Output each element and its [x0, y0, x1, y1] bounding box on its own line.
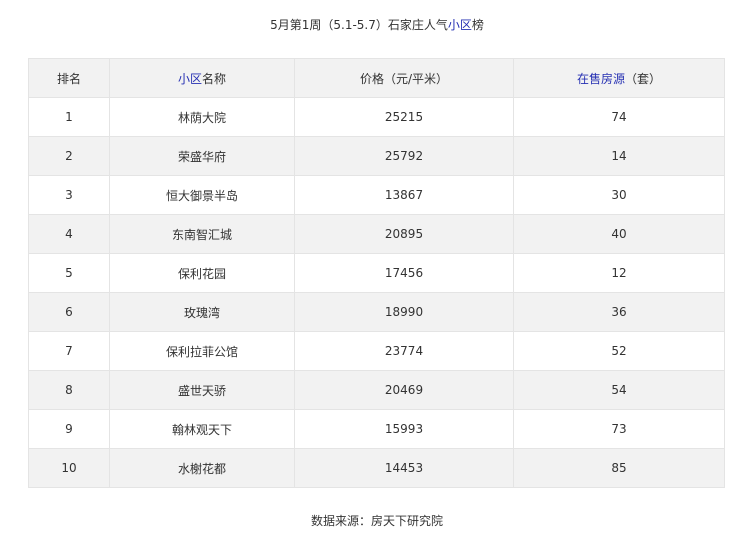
cell-rank: 3: [28, 175, 110, 215]
table-row: 10 水榭花都 14453 85: [28, 448, 725, 488]
cell-count: 85: [513, 448, 725, 488]
cell-count: 30: [513, 175, 725, 215]
cell-price: 23774: [294, 331, 514, 371]
table-row: 3 恒大御景半岛 13867 30: [28, 175, 725, 215]
cell-count: 74: [513, 97, 725, 137]
cell-name: 荣盛华府: [109, 136, 295, 176]
header-name: 小区名称: [109, 58, 295, 98]
cell-name: 保利拉菲公馆: [109, 331, 295, 371]
header-price: 价格（元/平米）: [294, 58, 514, 98]
cell-price: 13867: [294, 175, 514, 215]
cell-name: 恒大御景半岛: [109, 175, 295, 215]
table-header-row: 排名 小区名称 价格（元/平米） 在售房源（套）: [28, 58, 725, 98]
table-row: 2 荣盛华府 25792 14: [28, 136, 725, 176]
cell-count: 52: [513, 331, 725, 371]
cell-rank: 2: [28, 136, 110, 176]
cell-name: 盛世天骄: [109, 370, 295, 410]
header-name-link[interactable]: 小区: [178, 72, 202, 86]
header-name-suffix: 名称: [202, 71, 227, 86]
cell-name: 水榭花都: [109, 448, 295, 488]
cell-price: 17456: [294, 253, 514, 293]
table-row: 4 东南智汇城 20895 40: [28, 214, 725, 254]
cell-rank: 4: [28, 214, 110, 254]
cell-name: 玫瑰湾: [109, 292, 295, 332]
table-row: 6 玫瑰湾 18990 36: [28, 292, 725, 332]
cell-rank: 8: [28, 370, 110, 410]
cell-price: 14453: [294, 448, 514, 488]
ranking-table: 排名 小区名称 价格（元/平米） 在售房源（套） 1 林荫大院 25215 74…: [28, 58, 725, 488]
table-row: 7 保利拉菲公馆 23774 52: [28, 331, 725, 371]
cell-rank: 7: [28, 331, 110, 371]
cell-name: 林荫大院: [109, 97, 295, 137]
cell-price: 15993: [294, 409, 514, 449]
cell-count: 73: [513, 409, 725, 449]
cell-rank: 10: [28, 448, 110, 488]
caption-link-xiaoqu[interactable]: 小区: [448, 18, 472, 32]
cell-price: 25792: [294, 136, 514, 176]
cell-price: 18990: [294, 292, 514, 332]
table-row: 5 保利花园 17456 12: [28, 253, 725, 293]
cell-name: 保利花园: [109, 253, 295, 293]
cell-price: 20895: [294, 214, 514, 254]
caption-prefix: 5月第1周（5.1-5.7）石家庄人气: [270, 18, 448, 32]
cell-count: 12: [513, 253, 725, 293]
header-count-link[interactable]: 在售房源: [577, 72, 625, 86]
header-rank: 排名: [28, 58, 110, 98]
cell-rank: 6: [28, 292, 110, 332]
cell-rank: 1: [28, 97, 110, 137]
cell-count: 54: [513, 370, 725, 410]
table-row: 1 林荫大院 25215 74: [28, 97, 725, 137]
cell-name: 东南智汇城: [109, 214, 295, 254]
data-source-note: 数据来源：房天下研究院: [310, 514, 443, 528]
header-count-suffix: （套）: [625, 71, 662, 86]
table-row: 8 盛世天骄 20469 54: [28, 370, 725, 410]
table-caption: 5月第1周（5.1-5.7）石家庄人气小区榜: [0, 16, 754, 34]
header-count: 在售房源（套）: [513, 58, 725, 98]
cell-rank: 9: [28, 409, 110, 449]
cell-count: 40: [513, 214, 725, 254]
cell-price: 20469: [294, 370, 514, 410]
cell-rank: 5: [28, 253, 110, 293]
cell-price: 25215: [294, 97, 514, 137]
cell-count: 14: [513, 136, 725, 176]
caption-suffix: 榜: [471, 18, 484, 32]
table-row: 9 翰林观天下 15993 73: [28, 409, 725, 449]
cell-name: 翰林观天下: [109, 409, 295, 449]
cell-count: 36: [513, 292, 725, 332]
